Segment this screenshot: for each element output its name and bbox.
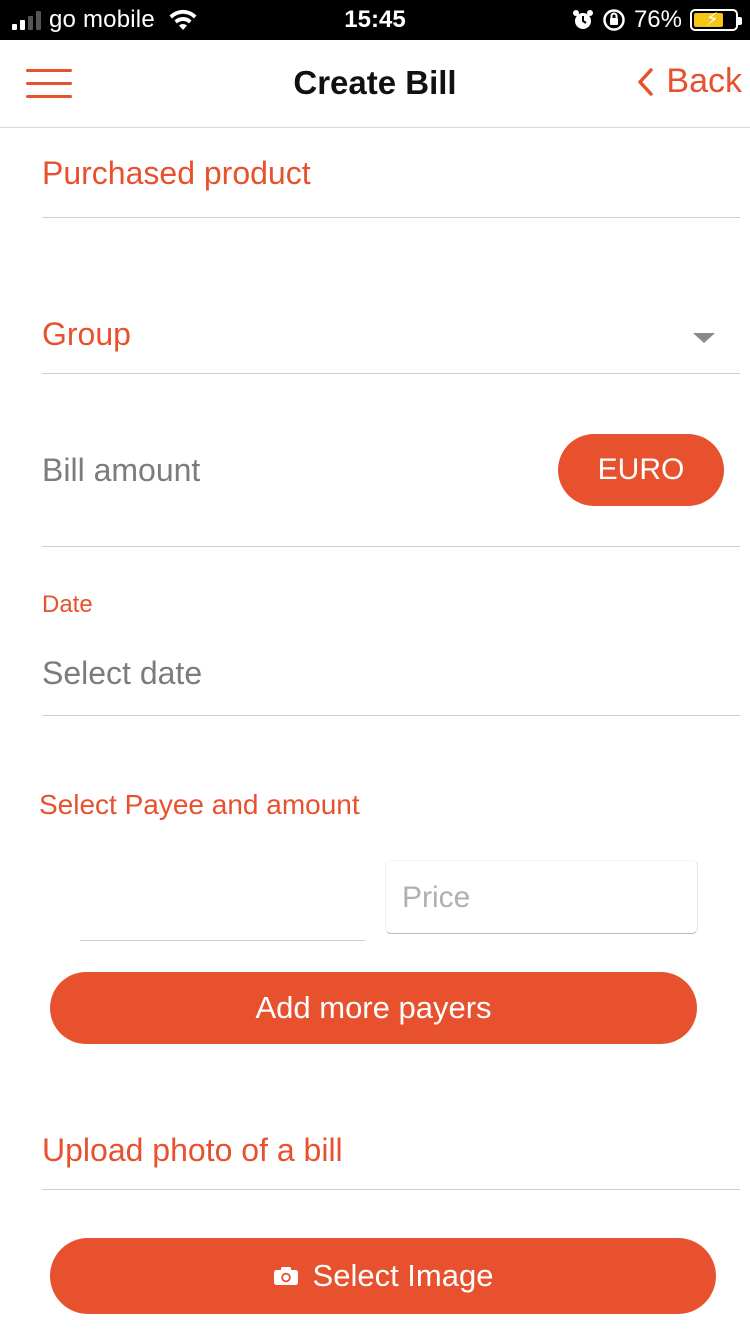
bill-amount-underline — [42, 546, 740, 547]
dropdown-arrow-icon[interactable] — [693, 333, 715, 343]
group-underline — [42, 373, 740, 374]
date-label: Date — [42, 591, 93, 618]
battery-percent: 76% — [633, 6, 682, 33]
status-bar: go mobile 15:45 76% ⚡ — [0, 0, 750, 40]
status-right: 76% ⚡ — [572, 0, 742, 40]
camera-icon — [273, 1267, 298, 1285]
charging-bolt-icon: ⚡ — [706, 9, 719, 29]
back-button[interactable]: Back — [636, 62, 742, 101]
date-input[interactable]: Select date — [42, 655, 202, 692]
back-label: Back — [666, 62, 742, 100]
battery-charging-icon: ⚡ — [690, 9, 742, 31]
navigation-bar: Create Bill Back — [0, 40, 750, 128]
purchased-product-underline — [42, 217, 740, 218]
payee-select[interactable] — [80, 940, 365, 941]
upload-underline — [42, 1189, 740, 1190]
upload-photo-label: Upload photo of a bill — [42, 1132, 343, 1168]
date-underline — [42, 715, 740, 716]
add-more-payers-button[interactable]: Add more payers — [50, 972, 697, 1044]
currency-button[interactable]: EURO — [558, 434, 724, 506]
chevron-left-icon — [638, 67, 654, 96]
group-select[interactable]: Group — [42, 316, 131, 353]
payee-section-title: Select Payee and amount — [39, 789, 360, 820]
alarm-icon — [572, 10, 593, 29]
select-image-button[interactable]: Select Image — [50, 1238, 716, 1314]
purchased-product-input[interactable]: Purchased product — [42, 155, 311, 192]
select-image-label: Select Image — [312, 1258, 494, 1293]
price-input[interactable]: Price — [385, 860, 698, 934]
bill-amount-input[interactable]: Bill amount — [42, 452, 200, 489]
orientation-lock-icon — [603, 9, 625, 31]
